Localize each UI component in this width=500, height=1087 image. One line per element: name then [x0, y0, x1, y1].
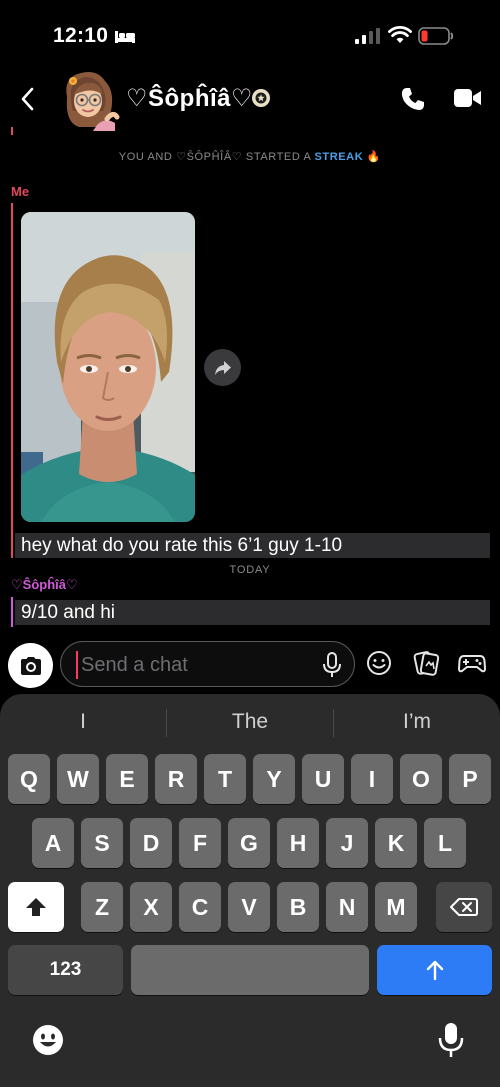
- key-m[interactable]: M: [375, 882, 417, 932]
- key-t[interactable]: T: [204, 754, 246, 804]
- suggestion-1[interactable]: I: [0, 710, 166, 734]
- status-time: 12:10: [53, 24, 109, 47]
- key-x[interactable]: X: [130, 882, 172, 932]
- key-c[interactable]: C: [179, 882, 221, 932]
- key-y[interactable]: Y: [253, 754, 295, 804]
- key-k[interactable]: K: [375, 818, 417, 868]
- fire-icon: 🔥: [366, 151, 382, 163]
- battery-low-icon: [418, 27, 454, 45]
- key-p[interactable]: P: [449, 754, 491, 804]
- microphone-icon[interactable]: [322, 652, 342, 678]
- bitmoji-smile-icon[interactable]: [366, 650, 392, 676]
- sender-label-contact: ♡Ŝôpĥîâ♡: [11, 577, 78, 592]
- on-screen-keyboard: I The I’m Q W E R T Y U I O P A S D F G …: [0, 694, 500, 1087]
- star-badge-icon: [252, 89, 270, 107]
- key-g[interactable]: G: [228, 818, 270, 868]
- key-i[interactable]: I: [351, 754, 393, 804]
- voice-call-icon[interactable]: [400, 86, 426, 112]
- key-s[interactable]: S: [81, 818, 123, 868]
- message-accent-bar: [11, 597, 13, 627]
- streak-notice: YOU AND ♡ŜÔPĤÎÂ♡ STARTED A STREAK 🔥: [0, 150, 500, 163]
- photo-snap[interactable]: [21, 212, 195, 522]
- video-call-icon[interactable]: [454, 88, 482, 108]
- key-a[interactable]: A: [32, 818, 74, 868]
- wifi-icon: [388, 26, 412, 43]
- chat-input-field[interactable]: [60, 641, 355, 687]
- key-j[interactable]: J: [326, 818, 368, 868]
- camera-icon: [20, 656, 41, 675]
- date-divider: TODAY: [229, 564, 271, 576]
- chat-text-input[interactable]: [76, 651, 321, 679]
- sleep-mode-icon: [115, 31, 135, 43]
- shift-arrow-icon: [26, 898, 46, 916]
- arrow-up-icon: [426, 960, 443, 981]
- key-r[interactable]: R: [155, 754, 197, 804]
- key-q[interactable]: Q: [8, 754, 50, 804]
- space-bar[interactable]: [131, 945, 369, 995]
- backspace-icon: [450, 898, 478, 916]
- suggestion-3[interactable]: I’m: [334, 710, 500, 734]
- key-h[interactable]: H: [277, 818, 319, 868]
- key-d[interactable]: D: [130, 818, 172, 868]
- sender-label-me: Me: [11, 184, 30, 199]
- back-chevron-icon[interactable]: [18, 86, 38, 112]
- key-w[interactable]: W: [57, 754, 99, 804]
- cellular-signal-icon: [355, 28, 380, 44]
- bitmoji-avatar[interactable]: [57, 67, 121, 131]
- key-z[interactable]: Z: [81, 882, 123, 932]
- streak-link[interactable]: STREAK: [314, 151, 363, 163]
- key-n[interactable]: N: [326, 882, 368, 932]
- streak-text: YOU AND ♡ŜÔPĤÎÂ♡ STARTED A: [118, 151, 315, 163]
- key-v[interactable]: V: [228, 882, 270, 932]
- key-f[interactable]: F: [179, 818, 221, 868]
- memories-cards-icon[interactable]: [412, 650, 440, 676]
- key-e[interactable]: E: [106, 754, 148, 804]
- suggestion-2[interactable]: The: [167, 710, 333, 734]
- dictation-mic-icon[interactable]: [438, 1022, 464, 1058]
- shift-key[interactable]: [8, 882, 64, 932]
- games-controller-icon[interactable]: [458, 650, 486, 676]
- message-accent-bar: [11, 127, 13, 135]
- key-o[interactable]: O: [400, 754, 442, 804]
- message-accent-bar: [11, 203, 13, 558]
- message-text-contact[interactable]: 9/10 and hi: [15, 600, 490, 625]
- key-l[interactable]: L: [424, 818, 466, 868]
- send-key[interactable]: [377, 945, 492, 995]
- emoji-icon[interactable]: [32, 1024, 64, 1056]
- contact-name[interactable]: ♡Ŝôpĥîâ♡: [126, 84, 253, 113]
- key-b[interactable]: B: [277, 882, 319, 932]
- forward-share-icon[interactable]: [204, 349, 241, 386]
- message-text-me[interactable]: hey what do you rate this 6’1 guy 1-10: [15, 533, 490, 558]
- numbers-key[interactable]: 123: [8, 945, 123, 995]
- key-u[interactable]: U: [302, 754, 344, 804]
- backspace-key[interactable]: [436, 882, 492, 932]
- camera-button[interactable]: [8, 643, 53, 688]
